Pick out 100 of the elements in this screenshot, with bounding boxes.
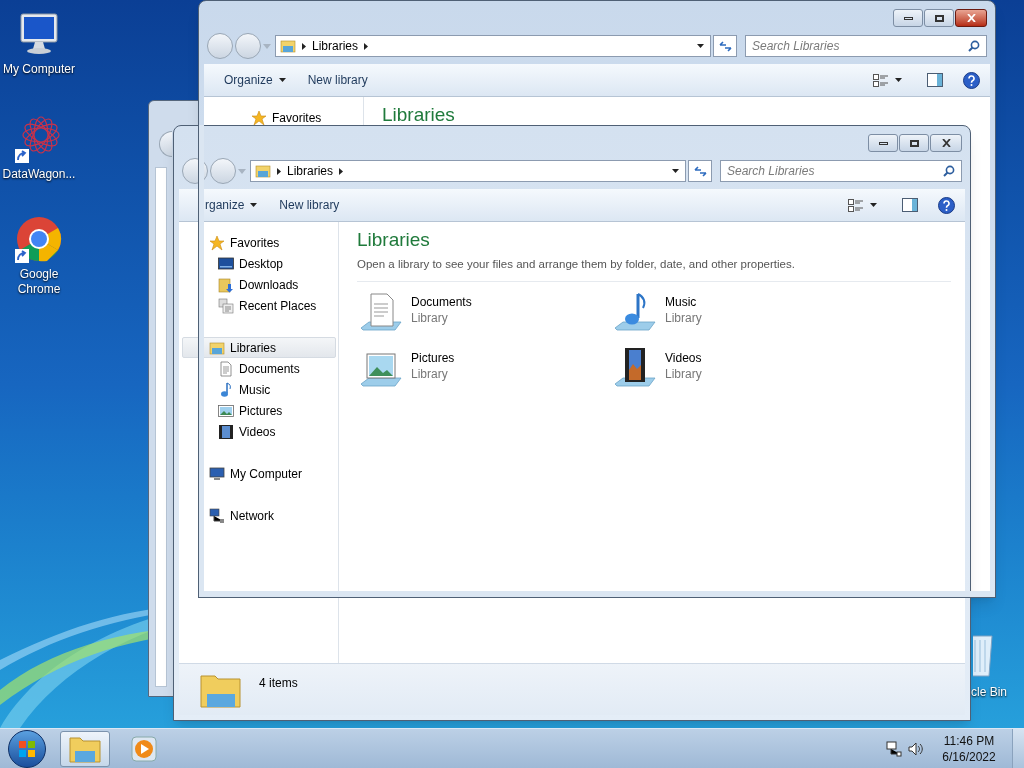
minimize-button[interactable] [868,134,898,152]
caret-icon [278,78,286,82]
document-icon [218,360,234,377]
page-heading: Libraries [357,228,431,252]
sidebar-item[interactable]: Desktop [182,253,336,274]
folder-download-icon [218,276,234,293]
close-icon [966,14,976,22]
picture-icon [218,402,234,419]
caret-icon [870,203,877,207]
refresh-button[interactable] [713,35,737,57]
minimize-button[interactable] [893,9,923,27]
chevron-right-icon [364,42,369,50]
caret-icon [697,44,704,48]
caret-icon [672,169,679,173]
network-icon[interactable] [886,740,902,757]
clock-date: 6/16/2022 [942,748,996,765]
library-type: Library [411,310,449,327]
library-name: Music [665,294,698,311]
recent-places-icon [218,297,234,314]
address-segment[interactable]: Libraries [287,162,334,180]
refresh-button[interactable] [688,160,712,182]
volume-icon[interactable] [908,740,924,757]
network-icon [209,507,225,524]
sidebar-item[interactable]: Videos [182,421,336,442]
desktop-icon-label[interactable]: Google Chrome [0,267,78,297]
sidebar-item[interactable]: Downloads [182,274,336,295]
search-icon [943,165,955,177]
help-icon[interactable] [963,71,980,89]
preview-pane-icon[interactable] [927,73,943,87]
search-icon [968,40,980,52]
desktop-icon-label[interactable]: DataWagon... [2,167,76,182]
search-input[interactable]: Search Libraries [752,37,968,55]
shortcut-arrow-icon [15,149,29,163]
sidebar-item[interactable]: Music [182,379,336,400]
refresh-icon [718,40,732,52]
chevron-right-icon [302,42,306,50]
close-button[interactable] [930,134,962,152]
folder-icon [69,734,101,763]
library-type: Library [665,310,702,327]
chrome-icon [15,215,63,263]
address-segment[interactable]: Libraries [312,37,359,55]
sidebar-item[interactable]: Favorites [182,232,336,253]
sidebar-item[interactable]: Pictures [182,400,336,421]
search-field[interactable]: Search Libraries [745,35,987,57]
view-options-icon[interactable] [848,198,863,212]
desktop-icon [218,255,234,272]
library-tile[interactable]: Documents Library [357,290,611,339]
clock[interactable]: 11:46 PM 6/16/2022 [936,732,1002,765]
computer-icon [209,465,225,482]
page-heading: Libraries [382,103,456,127]
refresh-icon [693,165,707,177]
library-icon [209,339,225,356]
toolbar-button[interactable]: New library [307,71,368,89]
start-button[interactable] [8,729,46,768]
organize-menu[interactable]: Organize [224,71,286,89]
shortcut-arrow-icon [15,249,29,263]
address-bar[interactable]: Libraries [250,160,686,182]
preview-pane-icon[interactable] [902,198,918,212]
library-icon [280,38,296,54]
sidebar-item[interactable]: Libraries [182,337,336,358]
taskbar-button[interactable] [60,730,110,767]
sidebar-item[interactable]: Documents [182,358,336,379]
library-icon [255,163,271,179]
toolbar-button[interactable]: New library [279,196,340,214]
search-input[interactable]: Search Libraries [727,162,943,180]
music-note-icon [218,381,234,398]
address-bar[interactable]: Libraries [275,35,711,57]
organize-menu[interactable]: rganize [205,196,258,214]
view-options-icon[interactable] [873,73,888,87]
status-text: 4 items [259,675,298,692]
sidebar-item[interactable]: Favorites [224,107,361,128]
page-description: Open a library to see your files and arrange them by folder, date, and other properties. [357,257,796,272]
library-tile[interactable]: Pictures Library [357,346,611,395]
clock-time: 11:46 PM [943,732,995,749]
close-button[interactable] [955,9,987,27]
star-icon [209,234,225,251]
close-icon [941,139,951,147]
windows-logo-icon [18,739,36,758]
media-player-icon [131,735,157,762]
library-type: Library [665,366,702,383]
chevron-right-icon [339,167,344,175]
sidebar-item[interactable]: My Computer [182,463,336,484]
caret-icon [895,78,902,82]
film-icon [218,423,234,440]
library-name: Pictures [411,350,455,367]
star-icon [251,109,267,126]
library-tile[interactable]: Videos Library [611,346,865,395]
library-name: Videos [665,350,702,367]
sidebar-item[interactable]: Recent Places [182,295,336,316]
caret-icon [250,203,258,207]
library-name: Documents [411,294,472,311]
maximize-button[interactable] [899,134,929,152]
chevron-right-icon [277,167,281,175]
desktop-icon-label[interactable]: My Computer [3,62,75,77]
search-field[interactable]: Search Libraries [720,160,962,182]
maximize-button[interactable] [924,9,954,27]
help-icon[interactable] [938,196,955,214]
library-tile[interactable]: Music Library [611,290,865,339]
sidebar-item[interactable]: Network [182,505,336,526]
library-type: Library [411,366,449,383]
